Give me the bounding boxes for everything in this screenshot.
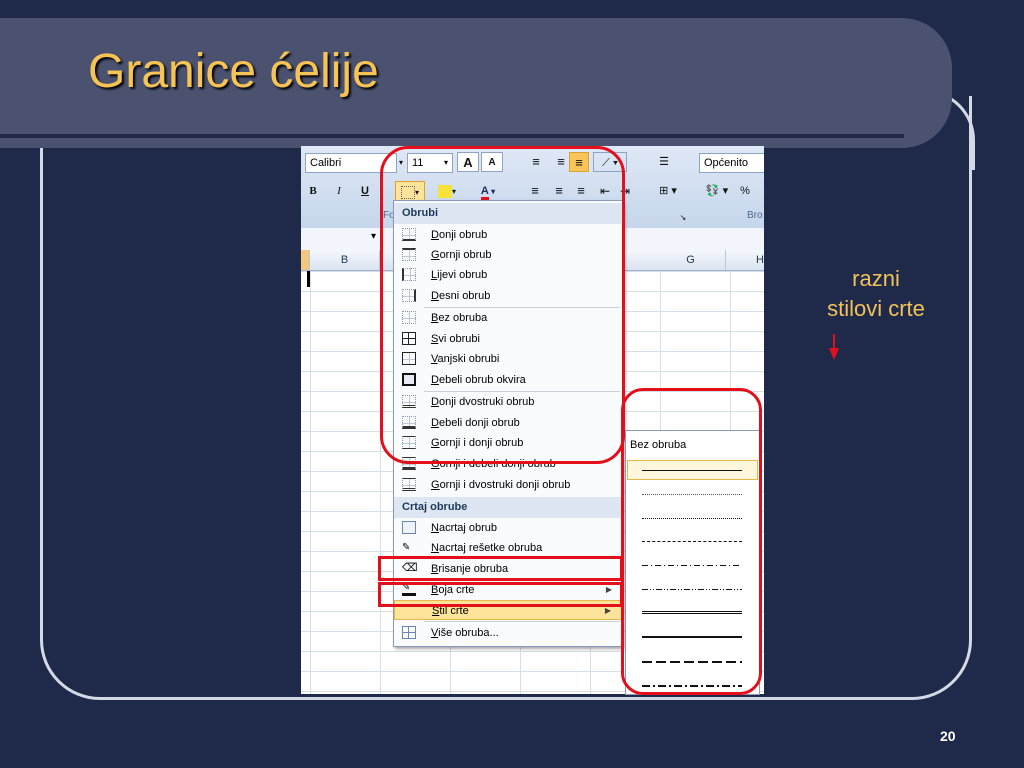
draw-border-grid-icon: ✎ bbox=[402, 542, 411, 553]
menu-separator bbox=[424, 621, 620, 622]
column-h[interactable]: H bbox=[726, 250, 764, 270]
more-borders-icon bbox=[402, 626, 416, 639]
highlight-line-color bbox=[378, 582, 623, 607]
currency-format-icon[interactable]: 💱 ▾ bbox=[701, 181, 733, 201]
menu-item-label: Nacrtaj obrub bbox=[431, 522, 498, 534]
active-cell-marker bbox=[307, 271, 310, 287]
name-box-dropdown-icon[interactable]: ▾ bbox=[371, 231, 376, 242]
number-format-box[interactable]: Općenito bbox=[699, 153, 764, 173]
italic-button[interactable]: I bbox=[331, 181, 347, 201]
highlight-line-styles bbox=[621, 388, 762, 695]
highlight-erase-border bbox=[378, 556, 623, 581]
row-header-corner bbox=[301, 250, 310, 270]
menu-item-label: Gornji i dvostruki donji obrub bbox=[431, 479, 571, 491]
menu-item-more-borders[interactable]: Više obruba... bbox=[394, 623, 622, 643]
top-double-bottom-border-icon bbox=[402, 478, 416, 491]
column-g[interactable]: G bbox=[656, 250, 726, 270]
menu-header-draw-borders: Crtaj obrube bbox=[394, 497, 622, 518]
bold-button[interactable]: B bbox=[305, 181, 321, 201]
menu-item-draw-border[interactable]: Nacrtaj obrub bbox=[394, 518, 622, 538]
menu-item-top-double-bottom-border[interactable]: Gornji i dvostruki donji obrub bbox=[394, 475, 622, 495]
number-group-label: Bro bbox=[747, 210, 763, 221]
wrap-text-icon[interactable]: ☰ bbox=[653, 152, 675, 172]
draw-border-icon bbox=[402, 521, 416, 534]
menu-item-label: Više obruba... bbox=[431, 627, 499, 639]
underline-button[interactable]: U bbox=[357, 181, 373, 201]
title-divider bbox=[0, 134, 904, 138]
highlight-border-options bbox=[380, 146, 625, 464]
merge-center-icon[interactable]: ⊞ ▾ bbox=[651, 181, 685, 201]
note-line-1: razni bbox=[852, 266, 900, 291]
annotation-note: razni stilovi crte bbox=[806, 264, 946, 324]
page-number: 20 bbox=[940, 728, 956, 744]
note-line-2: stilovi crte bbox=[827, 296, 925, 321]
menu-item-label: Nacrtaj rešetke obruba bbox=[431, 542, 543, 554]
down-arrow-icon bbox=[829, 334, 839, 360]
percent-button[interactable]: % bbox=[735, 181, 755, 201]
slide-title: Granice ćelije bbox=[88, 45, 379, 98]
alignment-launcher-icon[interactable]: ↘ bbox=[677, 208, 689, 228]
column-b[interactable]: B bbox=[310, 250, 380, 270]
menu-item-draw-border-grid[interactable]: ✎ Nacrtaj rešetke obruba bbox=[394, 538, 622, 558]
